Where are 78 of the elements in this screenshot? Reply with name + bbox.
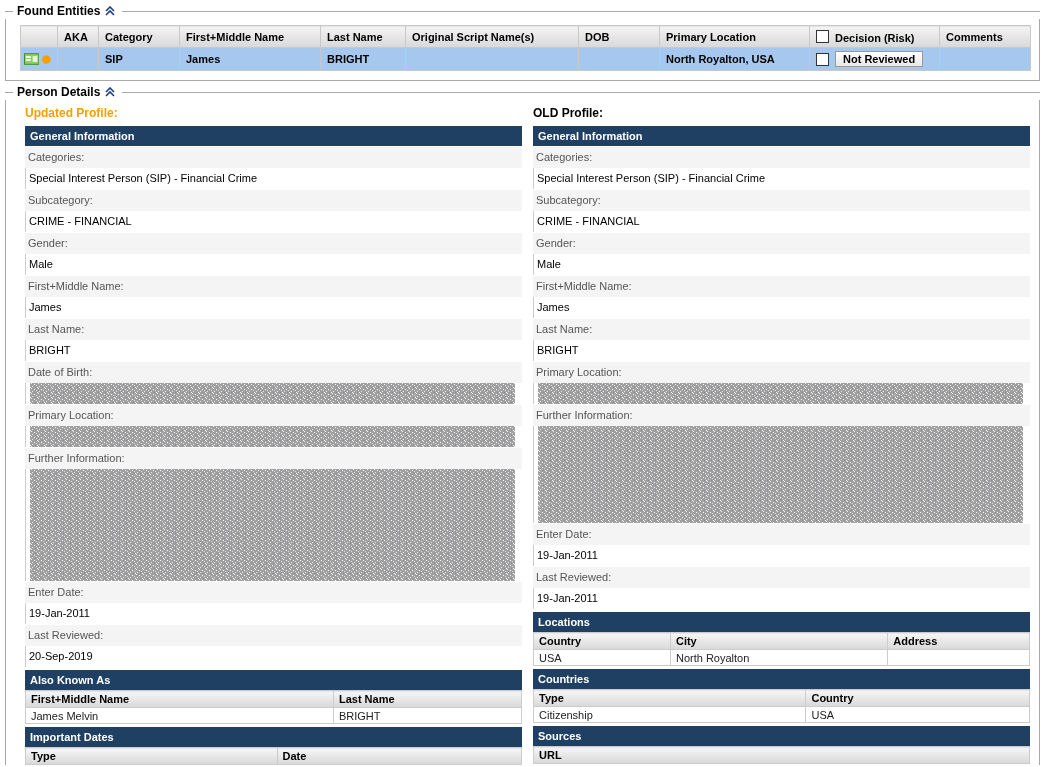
id-card-icon	[24, 53, 40, 65]
field-value: 19-Jan-2011	[25, 603, 522, 624]
column-header: First+Middle Name	[179, 25, 321, 48]
field-label: Gender:	[25, 233, 522, 254]
column-header: City	[670, 632, 888, 650]
field-value: Special Interest Person (SIP) - Financial Crime	[25, 168, 522, 189]
collapse-icon[interactable]	[105, 6, 116, 16]
field-label: Last Reviewed:	[25, 625, 522, 646]
column-header: Category	[98, 25, 180, 48]
checkbox[interactable]	[816, 30, 829, 43]
column-header: Comments	[939, 25, 1031, 48]
section-header: Also Known As	[25, 670, 522, 690]
field-label: Primary Location:	[533, 362, 1030, 383]
table-cell: James Melvin	[25, 707, 334, 724]
field-value: James	[533, 297, 1030, 318]
field-value: 19-Jan-2011	[533, 588, 1030, 609]
field-value: 19-Jan-2011	[533, 545, 1030, 566]
profile-heading: OLD Profile:	[533, 106, 603, 120]
field-label: Subcategory:	[25, 190, 522, 211]
decision-button[interactable]: Not Reviewed	[835, 51, 924, 67]
panel-title: Person Details	[17, 85, 101, 99]
field-label: Categories:	[25, 147, 522, 168]
table-cell: BRIGHT	[333, 707, 522, 724]
field-label: Subcategory:	[533, 190, 1030, 211]
field-label: Last Reviewed:	[533, 567, 1030, 588]
field-label: Enter Date:	[25, 582, 522, 603]
field-value: Male	[25, 254, 522, 275]
table-cell: Citizenship	[533, 706, 806, 723]
checkbox[interactable]	[816, 52, 829, 66]
field-label: Primary Location:	[25, 405, 522, 426]
table-cell: James	[179, 47, 321, 71]
field-value: CRIME - FINANCIAL	[25, 211, 522, 232]
column-header: DOB	[578, 25, 660, 48]
field-value: Special Interest Person (SIP) - Financial Crime	[533, 168, 1030, 189]
field-label: Further Information:	[25, 448, 522, 469]
column-header: First+Middle Name	[25, 690, 334, 708]
field-value: 20-Sep-2019	[25, 646, 522, 667]
column-header: Primary Location	[659, 25, 810, 48]
section-header: General Information	[533, 126, 1030, 146]
column-header: Country	[533, 632, 671, 650]
section-header: General Information	[25, 126, 522, 146]
field-label: Further Information:	[533, 405, 1030, 426]
column-header: Type	[25, 747, 278, 765]
table-cell: USA	[533, 649, 671, 666]
column-header: Country	[805, 689, 1030, 707]
table-cell: North Royalton, USA	[659, 47, 810, 71]
section-header: Countries	[533, 669, 1030, 689]
field-value: BRIGHT	[533, 340, 1030, 361]
field-label: Last Name:	[25, 319, 522, 340]
field-value: Male	[533, 254, 1030, 275]
status-dot-icon	[42, 54, 51, 64]
field-value: CRIME - FINANCIAL	[533, 211, 1030, 232]
field-label: First+Middle Name:	[533, 276, 1030, 297]
section-header: Important Dates	[25, 727, 522, 747]
panel-title: Found Entities	[17, 4, 101, 18]
field-value: James	[25, 297, 522, 318]
column-header: Address	[887, 632, 1030, 650]
table-cell: North Royalton	[670, 649, 888, 666]
field-value: BRIGHT	[25, 340, 522, 361]
field-label: Last Name:	[533, 319, 1030, 340]
column-header: Last Name	[320, 25, 406, 48]
collapse-icon[interactable]	[105, 87, 116, 97]
column-header: Decision (Risk)	[809, 25, 940, 48]
column-header: Type	[533, 689, 806, 707]
column-header: URL	[533, 746, 1030, 764]
column-header: Date	[277, 747, 522, 765]
table-cell: USA	[805, 706, 1030, 723]
field-label: First+Middle Name:	[25, 276, 522, 297]
field-label: Date of Birth:	[25, 362, 522, 383]
field-label: Enter Date:	[533, 524, 1030, 545]
profile-heading: Updated Profile:	[25, 106, 118, 120]
section-header: Locations	[533, 612, 1030, 632]
column-header: AKA	[57, 25, 99, 48]
column-header: Original Script Name(s)	[405, 25, 579, 48]
section-header: Sources	[533, 726, 1030, 746]
field-label: Gender:	[533, 233, 1030, 254]
column-header: Last Name	[333, 690, 522, 708]
field-label: Categories:	[533, 147, 1030, 168]
